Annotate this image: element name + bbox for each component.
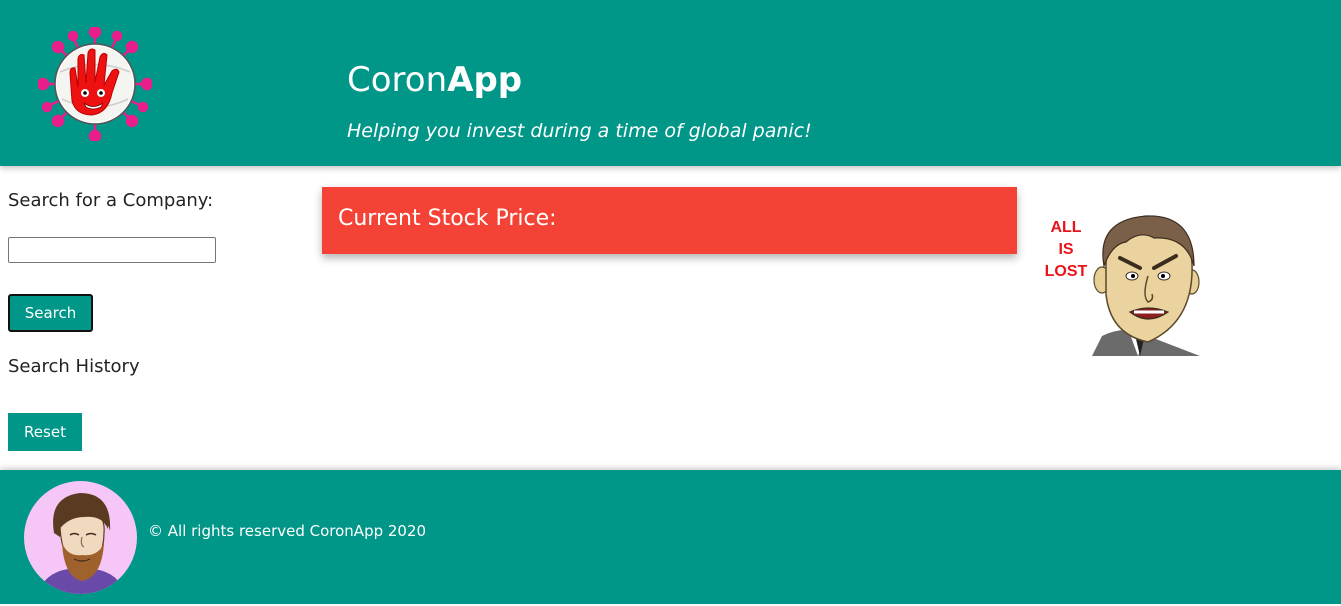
all-is-lost-meme-image: ALL IS LOST [1036,184,1204,356]
copyright-text: © All rights reserved CoronApp 2020 [148,522,427,540]
company-search-input[interactable] [8,237,216,263]
app-title-bold: App [447,60,523,100]
meme-caption-line2: IS [1058,241,1073,258]
search-label: Search for a Company: [8,190,214,211]
search-button[interactable]: Search [8,294,93,332]
app-footer: © All rights reserved CoronApp 2020 [0,470,1341,604]
virus-logo-icon [38,27,152,141]
stock-price-label: Current Stock Price: [338,206,557,231]
app-title-light: Coron [347,60,448,100]
app-tagline: Helping you invest during a time of glob… [347,120,812,142]
app-title: CoronApp [347,56,522,104]
meme-caption-line1: ALL [1050,219,1081,236]
stock-price-card: Current Stock Price: [322,187,1017,254]
meme-caption-line3: LOST [1045,263,1088,280]
reset-button[interactable]: Reset [8,413,82,451]
app-header: CoronApp Helping you invest during a tim… [0,0,1341,166]
search-history-label: Search History [8,356,140,377]
bearded-man-avatar-icon [24,481,137,594]
